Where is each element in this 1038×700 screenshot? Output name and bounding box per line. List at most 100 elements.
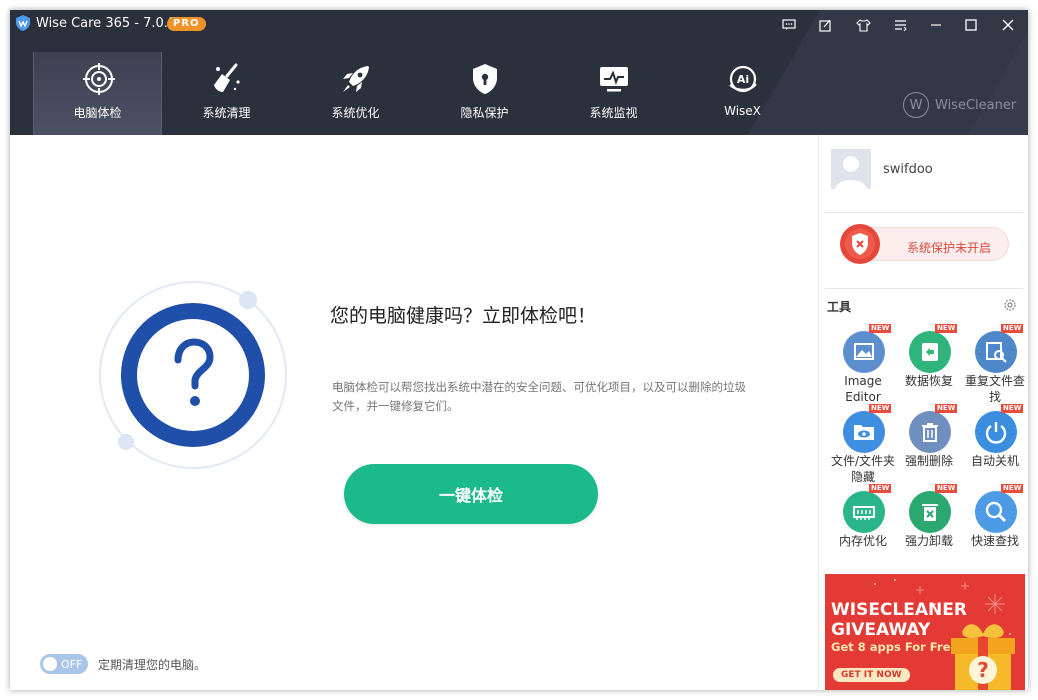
nav-label: 隐私保护 (460, 106, 509, 120)
toggle-state: OFF (61, 657, 83, 671)
nav-item-system-clean[interactable]: 系统清理 (162, 52, 291, 135)
nav-item-monitor[interactable]: 系统监视 (549, 52, 678, 135)
get-it-now-button[interactable]: GET IT NOW (833, 668, 910, 682)
new-badge: NEW (935, 324, 958, 333)
username[interactable]: swifdoo (883, 162, 933, 177)
nav-item-privacy[interactable]: 隐私保护 (420, 52, 549, 135)
title-bar[interactable]: Wise Care 365 - 7.0.9 PRO (10, 10, 1028, 38)
close-button[interactable] (997, 15, 1019, 35)
recovery-icon (909, 331, 951, 373)
brand-name: WiseCleaner (935, 97, 1017, 113)
user-icon (831, 149, 871, 189)
ad-headline-1: WISECLEANER (831, 600, 967, 620)
broom-icon (214, 63, 240, 92)
one-click-scan-button[interactable]: 一键体检 (344, 464, 598, 524)
nav-label: 系统清理 (202, 106, 251, 120)
new-badge: NEW (1001, 484, 1024, 493)
toggle-knob (43, 657, 57, 671)
tool-data-recovery[interactable]: NEW 数据恢复 (897, 324, 961, 407)
tool-memory-optimize[interactable]: NEW 内存优化 (831, 484, 895, 567)
ad-subtitle: Get 8 apps For Free (831, 640, 959, 654)
tool-fast-search[interactable]: NEW 快速查找 (963, 484, 1027, 567)
minimize-button[interactable] (925, 15, 947, 35)
gear-icon[interactable] (1003, 298, 1017, 312)
page-title: 您的电脑健康吗？立即体检吧！ (330, 305, 597, 327)
tool-label: 数据恢复 (904, 374, 953, 388)
menu-button[interactable] (889, 15, 911, 35)
brand-logo: W WiseCleaner (903, 92, 1016, 118)
tool-auto-shutdown[interactable]: NEW 自动关机 (963, 404, 1027, 487)
nav-label: 电脑体检 (73, 106, 122, 120)
health-status-icon (99, 281, 287, 469)
nav-item-pc-checkup[interactable]: 电脑体检 (33, 52, 162, 135)
crosshair-icon (83, 63, 115, 95)
scheduled-clean-toggle[interactable]: OFF (40, 654, 88, 674)
toggle-label: 定期清理您的电脑。 (98, 658, 207, 672)
shirt-icon (855, 18, 871, 32)
shield-lock-icon (473, 64, 497, 94)
new-badge: NEW (1001, 404, 1024, 413)
nav-item-wisex[interactable]: Ai WiseX (678, 52, 807, 135)
svg-text:Ai: Ai (737, 73, 749, 86)
app-logo-icon (16, 15, 30, 31)
maximize-button[interactable] (960, 15, 982, 35)
new-badge: NEW (935, 484, 958, 493)
tool-force-uninstall[interactable]: NEW 强力卸载 (897, 484, 961, 567)
trash-icon (909, 411, 951, 453)
hide-folder-icon (843, 411, 885, 453)
notes-button[interactable] (814, 15, 836, 35)
pro-badge: PRO (167, 17, 206, 31)
tool-duplicate-finder[interactable]: NEW 重复文件查找 (963, 324, 1027, 407)
nav-item-system-optimize[interactable]: 系统优化 (291, 52, 420, 135)
new-badge: NEW (1001, 324, 1024, 333)
new-badge: NEW (869, 324, 892, 333)
new-badge: NEW (935, 404, 958, 413)
chat-icon (782, 19, 796, 30)
ai-icon: Ai (729, 65, 757, 93)
nav-label: 系统优化 (331, 106, 380, 120)
edit-icon (818, 19, 831, 32)
svg-text:?: ? (977, 658, 989, 682)
feedback-button[interactable] (778, 15, 800, 35)
nav-label: 系统监视 (589, 106, 638, 120)
minimize-icon (931, 24, 941, 26)
tool-label: 强制删除 (904, 454, 953, 468)
tool-label: 自动关机 (970, 454, 1019, 468)
rocket-icon (343, 66, 369, 92)
sidebar: swifdoo 系统保护未开启 工具 NEW Image Editor NEW … (818, 135, 1028, 690)
wisecleaner-logo-icon: W (903, 92, 929, 118)
description: 电脑体检可以帮您找出系统中潜在的安全问题、可优化项目，以及可以删除的垃圾文件，并… (332, 380, 746, 413)
menu-icon (894, 20, 907, 31)
app-window: Wise Care 365 - 7.0.9 PRO 电脑体检 系统清理 系统优化… (10, 10, 1028, 690)
memory-icon (843, 491, 885, 533)
tool-label: 内存优化 (838, 534, 887, 548)
tools-title: 工具 (827, 300, 852, 314)
duplicate-file-icon (975, 331, 1017, 373)
tool-force-delete[interactable]: NEW 强制删除 (897, 404, 961, 487)
monitor-icon (600, 67, 628, 92)
tool-label: 快速查找 (970, 534, 1019, 548)
main-panel: 您的电脑健康吗？立即体检吧！ 电脑体检可以帮您找出系统中潜在的安全问题、可优化项… (10, 135, 818, 690)
new-badge: NEW (869, 484, 892, 493)
shield-warning-icon (840, 224, 880, 264)
tool-image-editor[interactable]: NEW Image Editor (831, 324, 895, 407)
divider (825, 288, 1023, 289)
giveaway-ad-banner[interactable]: WISECLEANER GIVEAWAY Get 8 apps For Free… (825, 574, 1025, 690)
search-icon (975, 491, 1017, 533)
app-title: Wise Care 365 - 7.0.9 (36, 16, 177, 31)
protection-status-text: 系统保护未开启 (907, 241, 992, 255)
nav-label: WiseX (724, 104, 761, 118)
power-icon (975, 411, 1017, 453)
uninstall-icon (909, 491, 951, 533)
tool-file-hide[interactable]: NEW 文件/文件夹隐藏 (831, 404, 895, 487)
avatar[interactable] (831, 149, 871, 189)
maximize-icon (965, 19, 977, 31)
tool-label: 重复文件查找 (964, 374, 1025, 404)
new-badge: NEW (869, 404, 892, 413)
image-icon (843, 331, 885, 373)
divider (825, 212, 1023, 213)
tool-label: Image Editor (844, 374, 882, 404)
main-nav: 电脑体检 系统清理 系统优化 隐私保护 系统监视 Ai WiseX (33, 52, 807, 135)
header: Wise Care 365 - 7.0.9 PRO 电脑体检 系统清理 系统优化… (10, 10, 1028, 135)
skin-button[interactable] (852, 15, 874, 35)
